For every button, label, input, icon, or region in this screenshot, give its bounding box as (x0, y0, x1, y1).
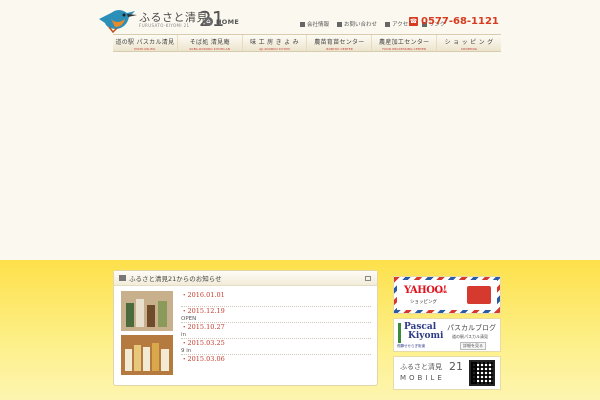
news-item[interactable]: ・2015.12.19 OPEN (181, 307, 371, 323)
news-item[interactable]: ・2016.01.01 (181, 291, 371, 307)
nav-item-sublabel: FOOD PROCESSING CENTER (382, 47, 427, 51)
nav-item-label: 道の駅 パスカル清見 (115, 39, 175, 46)
nav-item-food-processing[interactable]: 農産加工センター FOOD PROCESSING CENTER (371, 35, 436, 51)
mobile-site-banner[interactable]: ふるさと清見 21 MOBILE (393, 356, 501, 390)
mobile-number: 21 (449, 360, 463, 373)
news-item[interactable]: ・2015.10.27 in (181, 323, 371, 339)
pascal-detail-button[interactable]: 詳細を見る (460, 342, 486, 350)
yahoo-subtitle: ショッピング (410, 300, 437, 305)
util-link-label: 会社情報 (307, 22, 330, 28)
nav-item-shopping[interactable]: シ ョ ッ ピ ン グ SHOPPING (436, 35, 501, 51)
jars-photo-icon (121, 335, 173, 375)
news-title: ふるさと清見21からのお知らせ (129, 275, 222, 283)
news-item[interactable]: ・2015.03.25 9 in (181, 339, 371, 355)
nav-item-sublabel: SHOPPING (460, 47, 478, 51)
product-photo (121, 291, 173, 331)
nav-item-sublabel: IKUBYOU CENTER (325, 47, 353, 51)
yahoo-logo-sub: JAPAN (437, 290, 448, 294)
news-list: ・2016.01.01 ・2015.12.19 OPEN ・2015.10.27… (181, 291, 371, 371)
nav-item-label: 農苗育苗センター (314, 39, 365, 46)
nav-item-soba[interactable]: そば処 清見庵 SOBA-DOKORO KIYOMI-AN (176, 35, 242, 51)
pascal-blog-subtitle: 道の駅パスカル清見 (452, 334, 488, 339)
nav-item-sublabel: SOBA-DOKORO KIYOMI-AN (189, 47, 231, 51)
phone-label: 0577-68-1121 (421, 16, 499, 27)
map-icon (385, 21, 391, 27)
yahoo-shopping-banner[interactable]: YAHOO! JAPAN ショッピング (393, 276, 501, 314)
bottles-photo-icon (121, 291, 173, 331)
nav-item-ikubyou[interactable]: 農苗育苗センター IKUBYOU CENTER (306, 35, 371, 51)
pascal-blog-title: パスカルブログ (447, 324, 496, 332)
news-date: ・2015.10.27 (181, 323, 225, 331)
news-body: ・2016.01.01 ・2015.12.19 OPEN ・2015.10.27… (121, 291, 371, 383)
banner-inner: YAHOO! JAPAN ショッピング (397, 280, 497, 310)
nav-item-michi-no-eki[interactable]: 道の駅 パスカル清見 MICHI-NO-EKI (113, 35, 177, 51)
util-link-company[interactable]: 会社情報 (300, 20, 329, 28)
news-date: ・2015.12.19 (181, 307, 225, 315)
nav-item-sublabel: AJI-KOUBOU KIYOMI (259, 47, 290, 51)
nav-item-label: そば処 清見庵 (189, 39, 230, 46)
nav-item-aji-koubou[interactable]: 味 工 房 き よ み AJI-KOUBOU KIYOMI (241, 35, 307, 51)
document-icon (300, 21, 305, 27)
news-date: ・2015.03.25 (181, 339, 225, 347)
nav-item-sublabel: MICHI-NO-EKI (134, 47, 156, 51)
phone-icon: ☎ (409, 17, 418, 26)
home-label: HOME (216, 17, 240, 26)
phone-number[interactable]: ☎ 0577-68-1121 (409, 16, 499, 27)
mobile-title: ふるさと清見 (400, 363, 442, 371)
nav-item-label: シ ョ ッ ピ ン グ (444, 39, 494, 46)
news-date: ・2015.03.06 (181, 355, 225, 363)
home-link[interactable]: ⌂ HOME (204, 17, 239, 26)
pascal-logo-mark-icon (398, 323, 401, 343)
news-panel: ふるさと清見21からのお知らせ ・2016.01.01 ・2015.12.19 … (113, 270, 378, 386)
window-icon[interactable] (365, 276, 371, 281)
nav-item-label: 農産加工センター (379, 39, 430, 46)
logo-subtext: FURUSATO-KIYOMI 21 (139, 23, 190, 28)
nav-item-label: 味 工 房 き よ み (250, 39, 299, 46)
bag-icon (119, 275, 126, 281)
site-header: ふるさと清見 FURUSATO-KIYOMI 21 21 ⌂ HOME 会社情報… (0, 0, 600, 34)
pascal-blog-banner[interactable]: Pascal Kiyomi 飛騨せせらぎ街道 パスカルブログ 道の駅パスカル清見… (393, 318, 501, 352)
util-link-label: お問い合わせ (344, 22, 378, 28)
global-nav: 道の駅 パスカル清見 MICHI-NO-EKI そば処 清見庵 SOBA-DOK… (113, 34, 501, 52)
product-photo (121, 335, 173, 375)
util-link-contact[interactable]: お問い合わせ (337, 20, 377, 28)
kingfisher-logo-icon (99, 10, 137, 33)
mobile-label: MOBILE (400, 374, 445, 382)
news-item[interactable]: ・2015.03.06 (181, 355, 371, 371)
mail-icon (337, 21, 343, 27)
news-header: ふるさと清見21からのお知らせ (114, 271, 377, 286)
home-icon: ⌂ (204, 17, 213, 26)
qr-code-icon (469, 360, 495, 386)
truck-icon (467, 286, 491, 304)
pascal-subtitle: 飛騨せせらぎ街道 (397, 344, 425, 348)
pascal-logo-line2: Kiyomi (408, 331, 444, 341)
news-date: ・2016.01.01 (181, 291, 225, 299)
